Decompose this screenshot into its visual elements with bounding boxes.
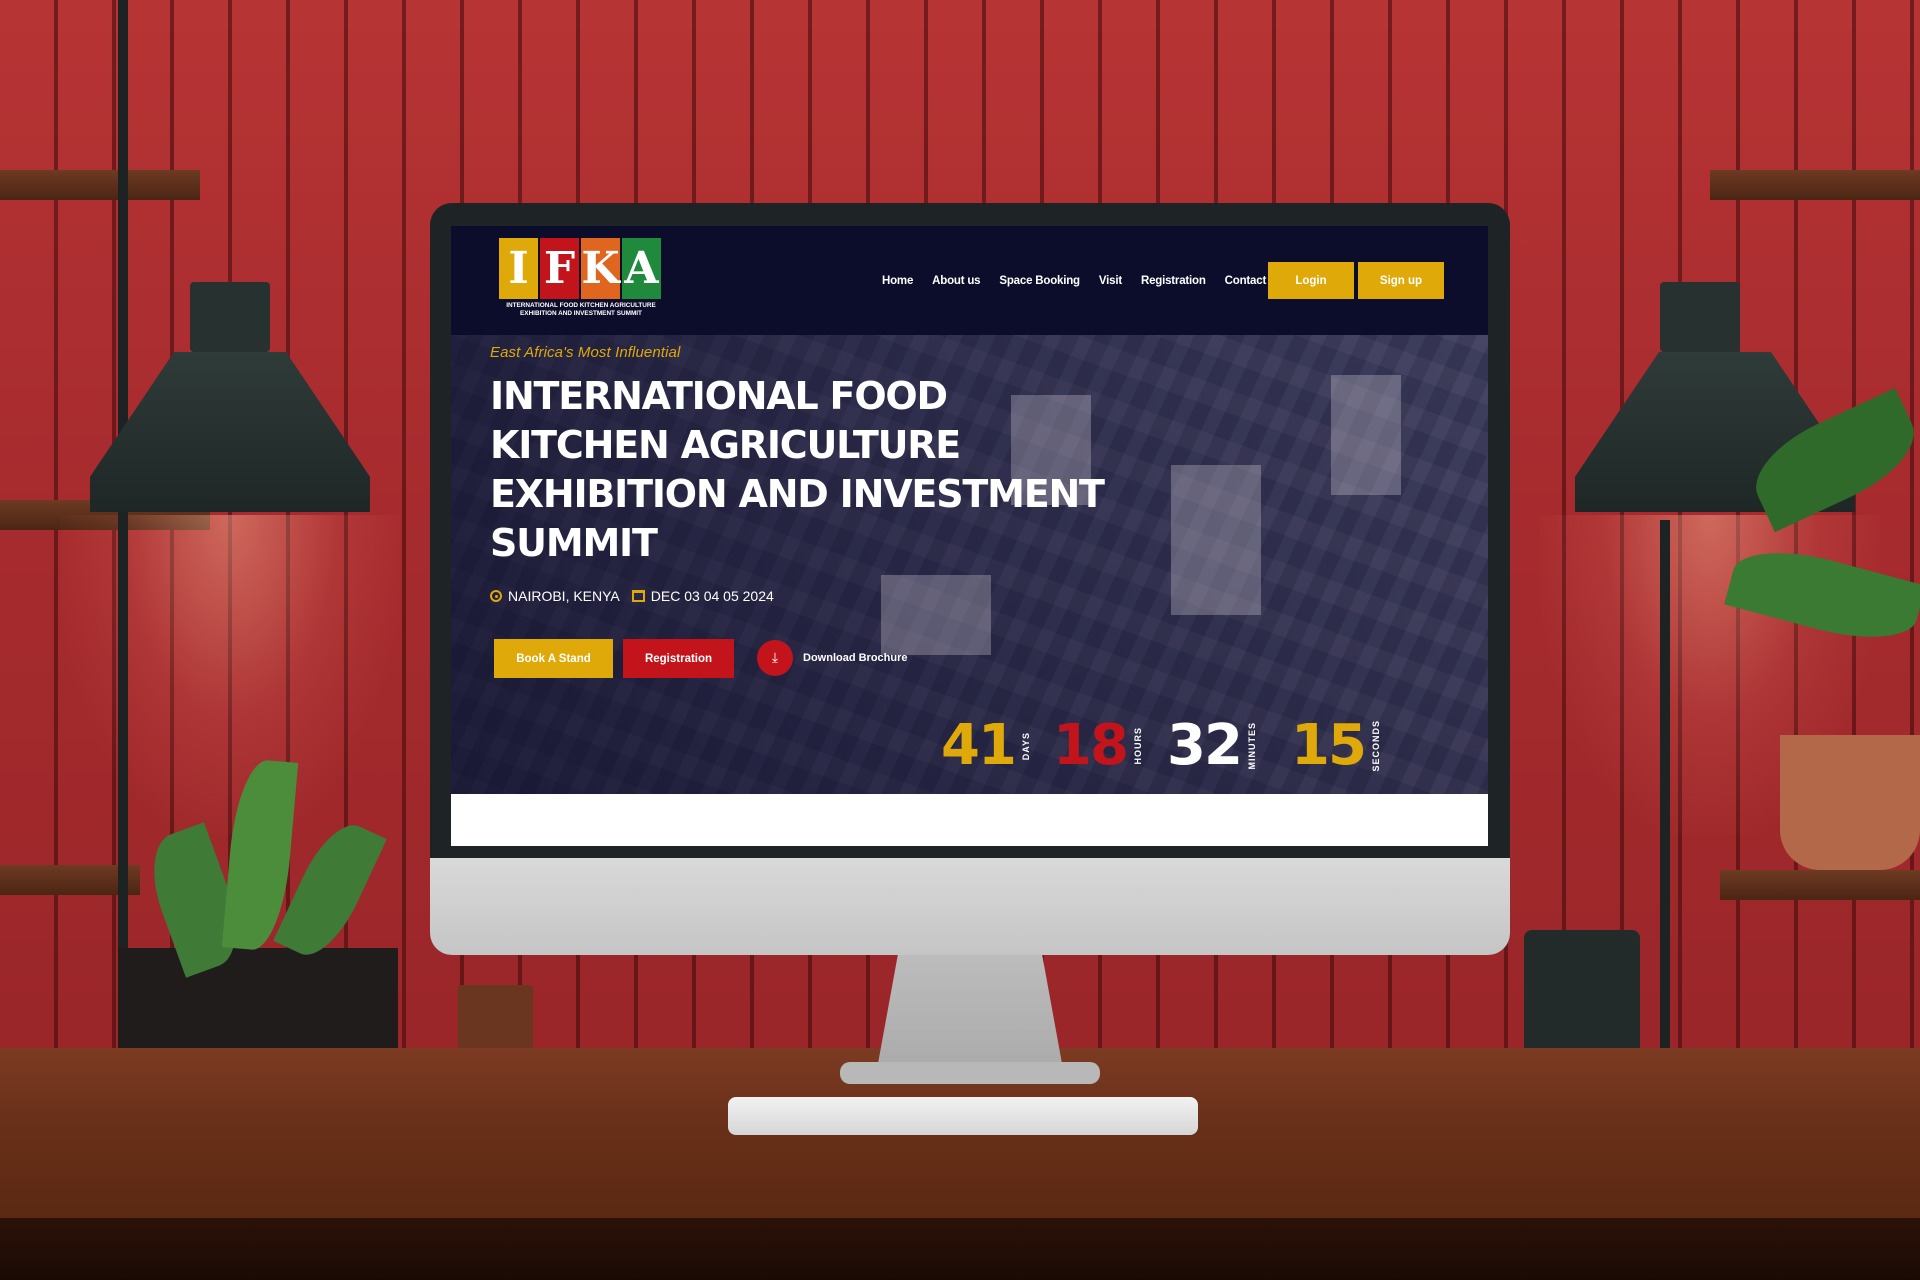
login-button[interactable]: Login [1268,262,1354,299]
monitor-stand-base [840,1062,1100,1084]
logo-letter-i: I [499,238,538,299]
countdown-days-label: DAYS [1020,731,1031,761]
countdown-hours: 18 HOURS [1053,716,1143,776]
right-lamp-pole [1660,520,1670,1080]
registration-button[interactable]: Registration [623,639,734,678]
book-a-stand-button[interactable]: Book A Stand [494,639,613,678]
left-lamp-light [60,515,400,835]
hero-tagline: East Africa's Most Influential [490,344,681,361]
countdown-days: 41 DAYS [941,716,1031,776]
logo-subtitle: INTERNATIONAL FOOD KITCHEN AGRICULTURE E… [499,302,663,317]
right-shelf-top [1710,170,1920,200]
right-shelf-bottom [1720,870,1920,900]
ifka-logo[interactable]: I F K A INTERNATIONAL FOOD KITCHEN AGRIC… [499,238,669,328]
nav-space-booking[interactable]: Space Booking [999,275,1080,287]
download-brochure-label: Download Brochure [803,652,908,664]
browser-viewport: I F K A INTERNATIONAL FOOD KITCHEN AGRIC… [451,226,1488,846]
countdown-minutes-label: MINUTES [1246,722,1257,770]
event-location: NAIROBI, KENYA [490,588,620,604]
hero-title: INTERNATIONAL FOOD KITCHEN AGRICULTURE E… [490,374,1105,565]
monitor-chin [430,858,1510,955]
event-meta: NAIROBI, KENYA DEC 03 04 05 2024 [490,588,774,604]
logo-letter-k: K [581,238,620,299]
keyboard[interactable] [728,1097,1198,1135]
download-icon[interactable]: ⤓ [757,640,793,676]
site-header: I F K A INTERNATIONAL FOOD KITCHEN AGRIC… [451,226,1488,335]
logo-letter-f: F [540,238,579,299]
desk-edge [0,1218,1920,1280]
countdown-hours-value: 18 [1053,713,1129,778]
hero-section: East Africa's Most Influential INTERNATI… [451,335,1488,794]
countdown-hours-label: HOURS [1132,727,1143,765]
signup-button[interactable]: Sign up [1358,262,1444,299]
left-lamp-pole [118,0,128,1090]
countdown-seconds-label: SECONDS [1370,720,1381,772]
left-shelf-top [0,170,200,200]
logo-subtitle-line1: INTERNATIONAL FOOD KITCHEN AGRICULTURE [506,302,656,309]
location-pin-icon [490,590,502,602]
download-brochure-link[interactable]: ⤓ Download Brochure [757,640,908,676]
left-lamp-cap [190,282,270,352]
countdown-seconds-value: 15 [1291,713,1367,778]
countdown-minutes-value: 32 [1167,713,1243,778]
event-dates-text: DEC 03 04 05 2024 [650,588,774,604]
logo-letters: I F K A [499,238,669,299]
right-lamp-cap [1660,282,1740,352]
logo-letter-a: A [622,238,661,299]
countdown-days-value: 41 [941,713,1017,778]
nav-about-us[interactable]: About us [932,275,980,287]
crowd-photo-booth [1331,375,1401,495]
nav-home[interactable]: Home [882,275,913,287]
event-dates: DEC 03 04 05 2024 [631,588,774,604]
logo-subtitle-line2: EXHIBITION AND INVESTMENT SUMMIT [520,309,642,317]
calendar-icon [631,590,645,602]
countdown-minutes: 32 MINUTES [1167,716,1257,776]
page-content-area [451,794,1488,846]
countdown-seconds: 15 SECONDS [1291,716,1381,776]
nav-registration[interactable]: Registration [1141,275,1206,287]
event-location-text: NAIROBI, KENYA [508,588,620,604]
crowd-photo-booth [1171,465,1261,615]
right-pot [1780,735,1920,870]
main-nav: Home About us Space Booking Visit Regist… [882,226,1282,335]
nav-visit[interactable]: Visit [1099,275,1122,287]
